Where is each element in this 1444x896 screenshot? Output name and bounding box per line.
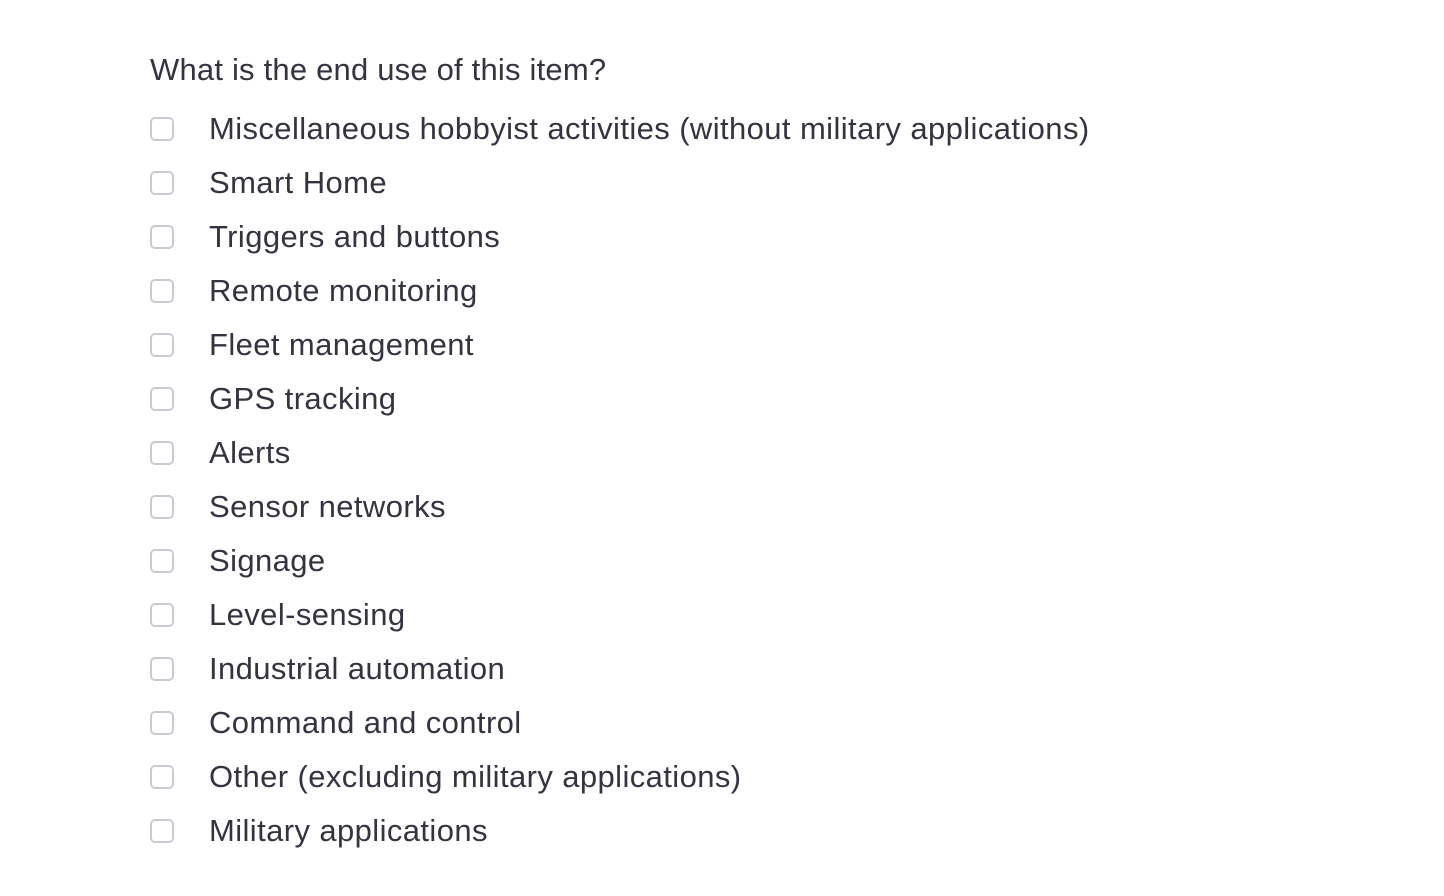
checkbox[interactable] [150, 657, 174, 681]
checkbox[interactable] [150, 603, 174, 627]
checkbox[interactable] [150, 117, 174, 141]
end-use-options-list: Miscellaneous hobbyist activities (witho… [150, 102, 1410, 858]
checkbox[interactable] [150, 711, 174, 735]
option-alerts[interactable]: Alerts [150, 426, 1410, 480]
option-fleet-management[interactable]: Fleet management [150, 318, 1410, 372]
checkbox[interactable] [150, 333, 174, 357]
option-label[interactable]: Sensor networks [209, 487, 446, 527]
checkbox[interactable] [150, 495, 174, 519]
checkbox[interactable] [150, 279, 174, 303]
question-label: What is the end use of this item? [150, 52, 607, 87]
option-label[interactable]: Alerts [209, 433, 291, 473]
option-industrial-automation[interactable]: Industrial automation [150, 642, 1410, 696]
option-remote-monitoring[interactable]: Remote monitoring [150, 264, 1410, 318]
option-label[interactable]: Other (excluding military applications) [209, 757, 741, 797]
option-other[interactable]: Other (excluding military applications) [150, 750, 1410, 804]
option-label[interactable]: Miscellaneous hobbyist activities (witho… [209, 109, 1090, 149]
checkbox[interactable] [150, 225, 174, 249]
option-signage[interactable]: Signage [150, 534, 1410, 588]
option-triggers-and-buttons[interactable]: Triggers and buttons [150, 210, 1410, 264]
checkbox[interactable] [150, 549, 174, 573]
checkbox[interactable] [150, 765, 174, 789]
option-label[interactable]: Remote monitoring [209, 271, 478, 311]
option-label[interactable]: Industrial automation [209, 649, 505, 689]
option-smart-home[interactable]: Smart Home [150, 156, 1410, 210]
option-label[interactable]: Command and control [209, 703, 522, 743]
option-label[interactable]: Fleet management [209, 325, 474, 365]
option-label[interactable]: Triggers and buttons [209, 217, 500, 257]
option-gps-tracking[interactable]: GPS tracking [150, 372, 1410, 426]
option-label[interactable]: Smart Home [209, 163, 387, 203]
option-label[interactable]: Signage [209, 541, 326, 581]
option-label[interactable]: Level-sensing [209, 595, 405, 635]
checkbox[interactable] [150, 387, 174, 411]
option-command-and-control[interactable]: Command and control [150, 696, 1410, 750]
option-miscellaneous-hobbyist[interactable]: Miscellaneous hobbyist activities (witho… [150, 102, 1410, 156]
checkbox[interactable] [150, 171, 174, 195]
option-label[interactable]: Military applications [209, 811, 488, 851]
end-use-question-group: What is the end use of this item? Miscel… [150, 48, 1410, 858]
option-military-applications[interactable]: Military applications [150, 804, 1410, 858]
option-level-sensing[interactable]: Level-sensing [150, 588, 1410, 642]
option-label[interactable]: GPS tracking [209, 379, 396, 419]
checkbox[interactable] [150, 441, 174, 465]
checkbox[interactable] [150, 819, 174, 843]
option-sensor-networks[interactable]: Sensor networks [150, 480, 1410, 534]
